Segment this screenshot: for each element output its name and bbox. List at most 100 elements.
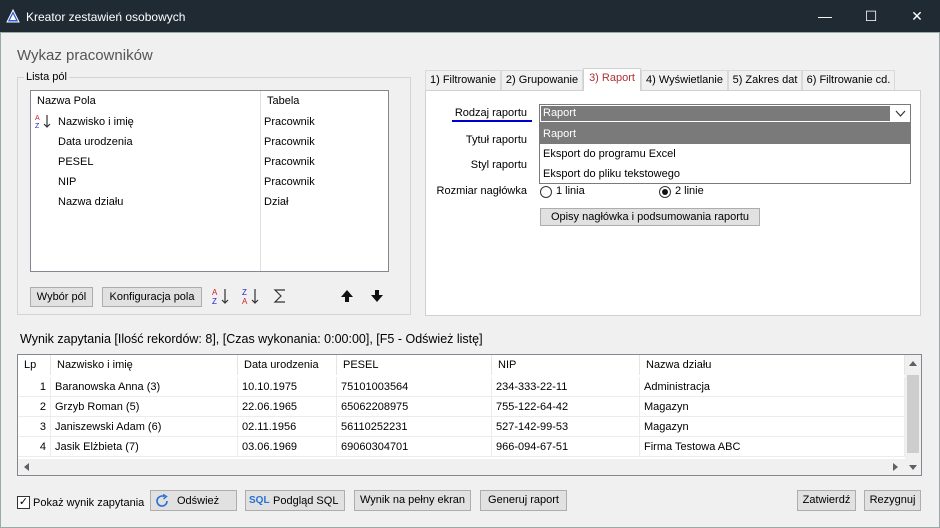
field-row-table: Pracownik	[264, 116, 315, 128]
fullscreen-result-button[interactable]: Wynik na pełny ekran	[354, 490, 471, 511]
chevron-down-icon[interactable]	[895, 108, 906, 119]
minimize-icon: —	[818, 8, 832, 24]
refresh-label: Odśwież	[177, 495, 220, 507]
cell-pesel: 75101003564	[337, 377, 492, 397]
maximize-button[interactable]: ☐	[848, 0, 894, 32]
cell-name: Grzyb Roman (5)	[51, 397, 238, 417]
field-row-table: Dział	[264, 196, 289, 208]
fields-list[interactable]: Nazwa Pola Tabela AZ Nazwisko i imię Pra…	[30, 90, 389, 272]
header-size-1-radio[interactable]	[540, 186, 552, 198]
refresh-icon	[156, 493, 168, 507]
tab-report[interactable]: 3) Raport	[583, 68, 641, 91]
refresh-button[interactable]: Odśwież	[150, 490, 237, 511]
page-title: Wykaz pracowników	[17, 47, 153, 64]
report-title-label: Tytuł raportu	[465, 134, 527, 146]
cell-lp: 3	[18, 417, 51, 437]
result-table[interactable]: Lp Nazwisko i imię Data urodzenia PESEL …	[17, 354, 922, 476]
sort-ascending-icon[interactable]: AZ	[212, 287, 230, 305]
cell-nip: 755-122-64-42	[492, 397, 640, 417]
field-row-name[interactable]: Nazwisko i imię	[58, 113, 134, 131]
vertical-scroll-thumb[interactable]	[907, 375, 919, 453]
show-result-label[interactable]: Pokaż wynik zapytania	[33, 497, 144, 509]
scroll-down-icon[interactable]	[909, 463, 917, 471]
scroll-right-icon[interactable]	[891, 463, 899, 471]
column-header-pesel[interactable]: PESEL	[337, 355, 492, 375]
column-header-birthdate[interactable]: Data urodzenia	[238, 355, 337, 375]
cell-birthdate: 03.06.1969	[238, 437, 337, 457]
header-size-2-radio[interactable]	[659, 186, 671, 198]
dropdown-option[interactable]: Eksport do pliku tekstowego	[540, 164, 910, 184]
cell-department: Administracja	[640, 377, 905, 397]
sql-icon: SQL	[249, 495, 270, 506]
cell-lp: 2	[18, 397, 51, 417]
dropdown-option[interactable]: Eksport do programu Excel	[540, 144, 910, 164]
select-fields-button[interactable]: Wybór pól	[30, 287, 93, 307]
sort-descending-icon[interactable]: ZA	[242, 287, 260, 305]
cell-birthdate: 02.11.1956	[238, 417, 337, 437]
header-size-1-label[interactable]: 1 linia	[556, 185, 585, 197]
tab-filtering[interactable]: 1) Filtrowanie	[425, 70, 501, 90]
field-row-table: Pracownik	[264, 176, 315, 188]
field-row-name[interactable]: Nazwa działu	[58, 193, 123, 211]
horizontal-scrollbar[interactable]	[18, 459, 905, 475]
scroll-up-icon[interactable]	[909, 360, 917, 368]
column-header-nip[interactable]: NIP	[492, 355, 640, 375]
scroll-left-icon[interactable]	[23, 463, 31, 471]
field-row-name[interactable]: NIP	[58, 173, 76, 191]
cell-nip: 966-094-67-51	[492, 437, 640, 457]
move-up-icon[interactable]	[340, 289, 354, 303]
fields-column-table-header[interactable]: Tabela	[261, 91, 389, 111]
tab-date-range[interactable]: 5) Zakres dat	[728, 70, 802, 90]
window-title: Kreator zestawień osobowych	[26, 10, 186, 24]
move-down-icon[interactable]	[370, 289, 384, 303]
title-bar[interactable]: Kreator zestawień osobowych — ☐ ✕	[0, 0, 940, 32]
close-icon: ✕	[911, 8, 923, 24]
header-size-2-label[interactable]: 2 linie	[675, 185, 704, 197]
sort-az-icon: AZ	[35, 115, 51, 129]
cell-nip: 234-333-22-11	[492, 377, 640, 397]
svg-text:A: A	[242, 297, 248, 305]
cell-department: Magazyn	[640, 397, 905, 417]
cell-lp: 4	[18, 437, 51, 457]
header-size-label: Rozmiar nagłówka	[436, 185, 527, 197]
cell-lp: 1	[18, 377, 51, 397]
report-type-underline	[452, 120, 532, 122]
fields-column-name-header[interactable]: Nazwa Pola	[31, 91, 261, 111]
configure-field-button[interactable]: Konfiguracja pola	[102, 287, 202, 307]
cell-pesel: 65062208975	[337, 397, 492, 417]
scrollbar-corner	[905, 459, 921, 475]
svg-text:A: A	[35, 115, 40, 122]
confirm-button[interactable]: Zatwierdź	[797, 490, 856, 511]
sql-preview-button[interactable]: SQL Podgląd SQL	[245, 490, 345, 511]
header-descriptions-button[interactable]: Opisy nagłówka i podsumowania raportu	[540, 208, 760, 226]
dropdown-option[interactable]: Raport	[540, 124, 910, 144]
show-result-checkbox[interactable]: ✓	[17, 496, 30, 509]
column-header-name[interactable]: Nazwisko i imię	[51, 355, 238, 375]
svg-text:Z: Z	[35, 123, 40, 129]
cell-pesel: 56110252231	[337, 417, 492, 437]
close-button[interactable]: ✕	[894, 0, 940, 32]
report-type-combobox[interactable]: Raport	[539, 104, 911, 123]
column-header-lp[interactable]: Lp	[18, 355, 51, 375]
generate-report-button[interactable]: Generuj raport	[480, 490, 567, 511]
cell-birthdate: 22.06.1965	[238, 397, 337, 417]
cell-pesel: 69060304701	[337, 437, 492, 457]
sql-preview-label: Podgląd SQL	[273, 495, 339, 507]
vertical-scrollbar[interactable]	[905, 355, 921, 459]
svg-text:A: A	[212, 288, 218, 297]
sum-icon[interactable]	[273, 288, 287, 304]
minimize-button[interactable]: —	[802, 0, 848, 32]
field-row-name[interactable]: PESEL	[58, 153, 93, 171]
maximize-icon: ☐	[864, 8, 878, 24]
report-type-label: Rodzaj raportu	[454, 107, 527, 119]
tab-grouping[interactable]: 2) Grupowanie	[501, 70, 583, 90]
result-info: Wynik zapytania [Ilość rekordów: 8], [Cz…	[20, 332, 483, 346]
tab-filtering-cont[interactable]: 6) Filtrowanie cd.	[802, 70, 895, 90]
field-row-table: Pracownik	[264, 136, 315, 148]
report-type-dropdown[interactable]: Raport Eksport do programu Excel Eksport…	[539, 123, 911, 184]
cell-name: Janiszewski Adam (6)	[51, 417, 238, 437]
field-row-name[interactable]: Data urodzenia	[58, 133, 133, 151]
column-header-department[interactable]: Nazwa działu	[640, 355, 905, 375]
tab-display[interactable]: 4) Wyświetlanie	[641, 70, 728, 90]
cancel-button[interactable]: Rezygnuj	[864, 490, 921, 511]
